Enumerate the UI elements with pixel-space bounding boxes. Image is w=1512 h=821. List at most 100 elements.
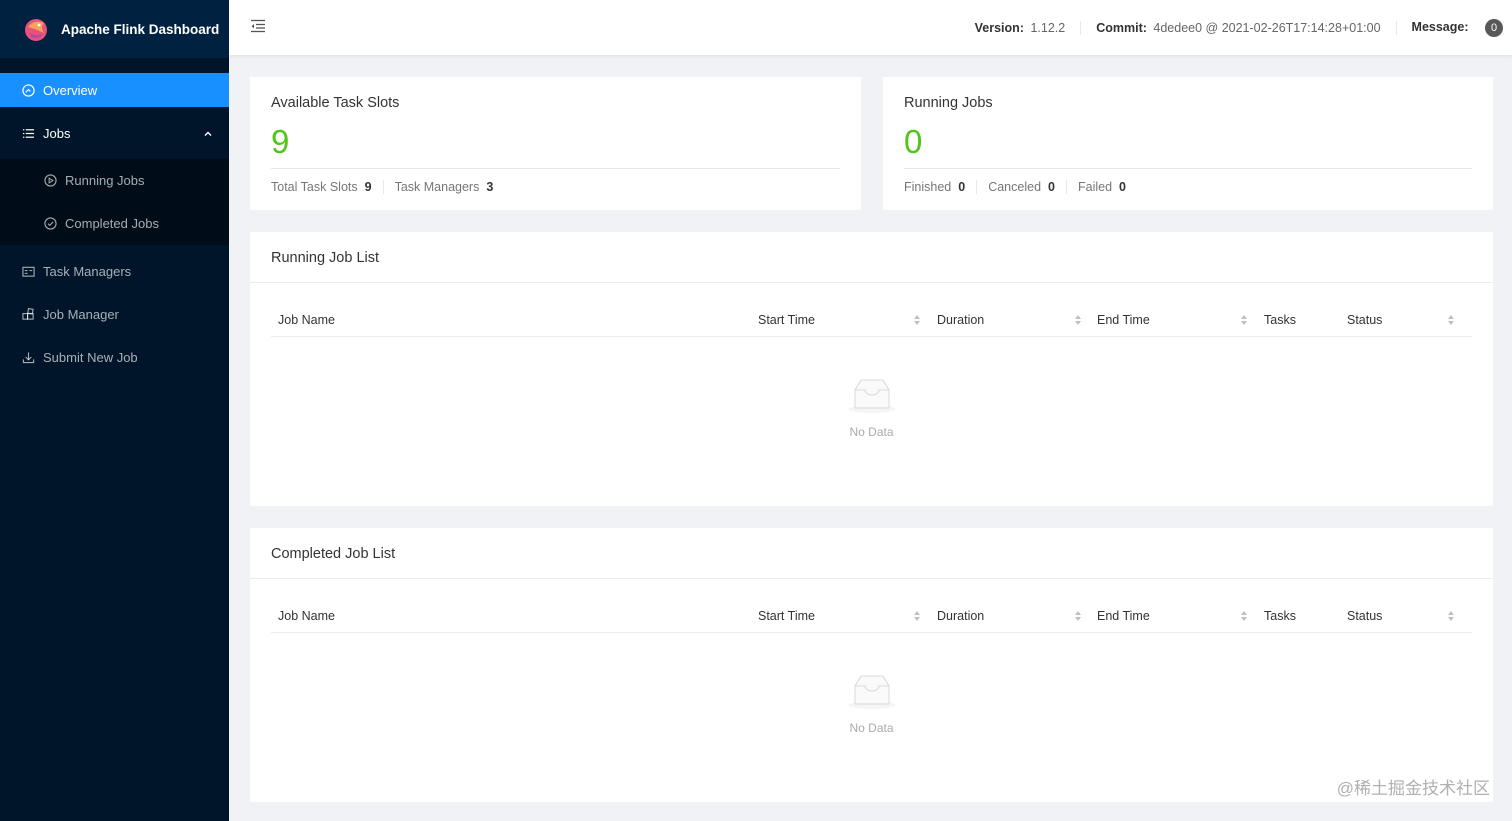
flink-logo-icon [22, 15, 50, 43]
completed-job-list-title: Completed Job List [271, 546, 396, 562]
play-circle-icon [43, 174, 57, 188]
task-managers-label: Task Managers [394, 180, 480, 194]
failed-count: Failed 0 [1065, 180, 1137, 194]
divider [904, 168, 1472, 169]
col-start-time[interactable]: Start Time [751, 600, 922, 633]
failed-label: Failed [1077, 180, 1113, 194]
column-label: Duration [937, 609, 985, 623]
sidebar-item-label: Task Managers [43, 263, 132, 279]
column-label: Job Name [278, 609, 335, 623]
chevron-up-icon [203, 127, 213, 142]
sort-icon[interactable] [1075, 610, 1083, 623]
column-label: Tasks [1264, 609, 1296, 623]
commit-value: 4dedee0 @ 2021-02-26T17:14:28+01:00 [1153, 20, 1381, 35]
col-start-time[interactable]: Start Time [751, 304, 922, 337]
column-label: Start Time [758, 609, 815, 623]
column-label: Start Time [758, 313, 815, 327]
list-icon [21, 126, 35, 140]
task-managers-value: 3 [486, 180, 494, 194]
completed-job-list-card: Completed Job List Job Name Start Time D… [250, 528, 1493, 802]
task-slots-footer: Total Task Slots 9 Task Managers 3 [271, 180, 840, 194]
finished-count: Finished 0 [904, 180, 976, 194]
col-tasks[interactable]: Tasks [1249, 304, 1333, 337]
menu-fold-icon[interactable] [250, 18, 266, 34]
running-job-table: Job Name Start Time Duration End Time Ta… [271, 304, 1472, 337]
sidebar-item-jobs[interactable]: Jobs [0, 116, 229, 150]
version-info: Version: 1.12.2 [960, 20, 1082, 35]
schedule-icon [21, 264, 35, 278]
column-label: Duration [937, 313, 985, 327]
empty-text: No Data [849, 425, 894, 439]
dashboard-icon [21, 83, 35, 97]
watermark: @稀土掘金技术社区 [1336, 779, 1490, 798]
sidebar-item-running-jobs[interactable]: Running Jobs [0, 159, 229, 202]
total-task-slots: Total Task Slots 9 [271, 180, 383, 194]
empty-inbox-icon [847, 675, 897, 714]
total-task-slots-label: Total Task Slots [271, 180, 358, 194]
col-status[interactable]: Status [1333, 600, 1456, 633]
divider [271, 168, 840, 169]
running-jobs-title: Running Jobs [904, 95, 993, 111]
commit-label: Commit: [1096, 20, 1147, 35]
sidebar-item-submit-new-job[interactable]: Submit New Job [0, 340, 229, 374]
completed-job-table: Job Name Start Time Duration End Time Ta… [271, 600, 1472, 633]
col-duration[interactable]: Duration [922, 304, 1083, 337]
finished-label: Finished [904, 180, 952, 194]
sidebar-item-task-managers[interactable]: Task Managers [0, 254, 229, 288]
upload-icon [21, 350, 35, 364]
sort-icon[interactable] [914, 610, 922, 623]
total-task-slots-value: 9 [364, 180, 372, 194]
col-end-time[interactable]: End Time [1083, 600, 1249, 633]
brand[interactable]: Apache Flink Dashboard [0, 0, 229, 58]
sidebar-item-label: Job Manager [43, 306, 119, 322]
message-info[interactable]: Message: 0 [1397, 18, 1512, 37]
sidebar-item-overview[interactable]: Overview [0, 73, 229, 107]
running-jobs-value: 0 [904, 123, 923, 160]
column-label: Tasks [1264, 313, 1296, 327]
version-label: Version: [974, 20, 1024, 35]
column-label: End Time [1097, 313, 1150, 327]
sidebar-item-label: Jobs [43, 125, 71, 141]
sort-icon[interactable] [1448, 610, 1456, 623]
col-end-time[interactable]: End Time [1083, 304, 1249, 337]
sort-icon[interactable] [1241, 610, 1249, 623]
col-job-name[interactable]: Job Name [271, 304, 751, 337]
header-info: Version: 1.12.2 Commit: 4dedee0 @ 2021-0… [960, 0, 1512, 55]
commit-info: Commit: 4dedee0 @ 2021-02-26T17:14:28+01… [1081, 20, 1397, 35]
canceled-label: Canceled [988, 180, 1042, 194]
message-label: Message: [1411, 19, 1469, 34]
message-count-badge[interactable]: 0 [1485, 18, 1503, 37]
task-managers-count: Task Managers 3 [382, 180, 505, 194]
sort-icon[interactable] [1075, 314, 1083, 327]
top-header: Version: 1.12.2 Commit: 4dedee0 @ 2021-0… [229, 0, 1512, 55]
sort-icon[interactable] [914, 314, 922, 327]
check-circle-icon [43, 217, 57, 231]
col-job-name[interactable]: Job Name [271, 600, 751, 633]
task-slots-card: Available Task Slots 9 Total Task Slots … [250, 77, 861, 210]
sidebar-item-completed-jobs[interactable]: Completed Jobs [0, 202, 229, 245]
empty-state: No Data [250, 378, 1493, 439]
task-slots-value: 9 [271, 123, 290, 160]
column-label: End Time [1097, 609, 1150, 623]
col-status[interactable]: Status [1333, 304, 1456, 337]
sidebar-item-label: Running Jobs [65, 173, 145, 188]
sort-icon[interactable] [1448, 314, 1456, 327]
column-label: Job Name [278, 313, 335, 327]
version-value: 1.12.2 [1030, 20, 1066, 35]
build-icon [21, 307, 35, 321]
finished-value: 0 [958, 180, 966, 194]
sidebar-menu: Overview Jobs Running Jobs Completed Job… [0, 73, 229, 374]
running-job-list-card: Running Job List Job Name Start Time Dur… [250, 232, 1493, 506]
running-job-list-header: Running Job List [250, 232, 1493, 283]
sidebar-item-job-manager[interactable]: Job Manager [0, 297, 229, 331]
canceled-value: 0 [1048, 180, 1055, 194]
running-jobs-card: Running Jobs 0 Finished 0 Canceled 0 Fai… [883, 77, 1493, 210]
empty-state: No Data [250, 674, 1493, 735]
sidebar-item-label: Overview [43, 82, 98, 98]
failed-value: 0 [1119, 180, 1126, 194]
col-duration[interactable]: Duration [922, 600, 1083, 633]
col-tasks[interactable]: Tasks [1249, 600, 1333, 633]
sort-icon[interactable] [1241, 314, 1249, 327]
running-job-list-title: Running Job List [271, 250, 380, 266]
app-title: Apache Flink Dashboard [61, 21, 220, 37]
